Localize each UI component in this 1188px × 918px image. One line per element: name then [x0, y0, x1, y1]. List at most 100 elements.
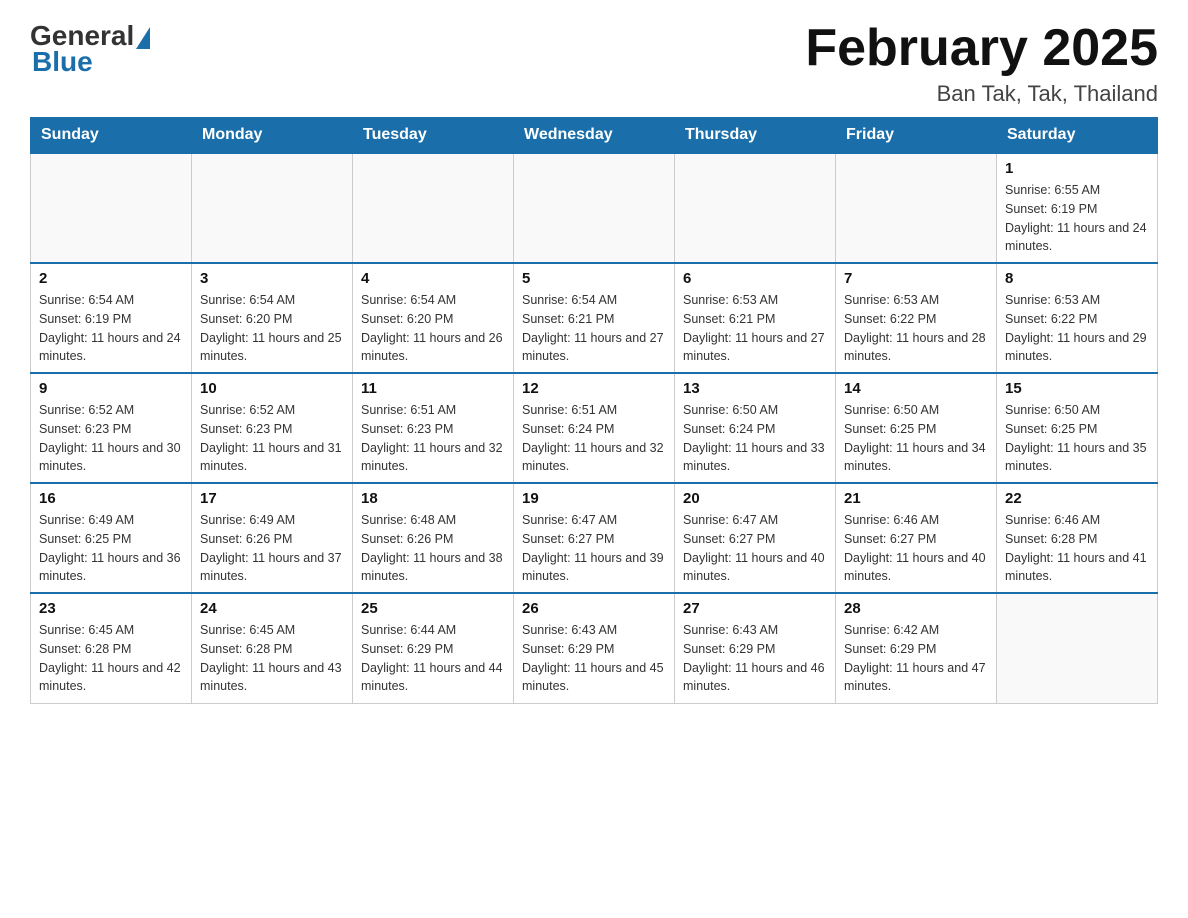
col-saturday: Saturday — [997, 118, 1158, 154]
day-cell: 11 Sunrise: 6:51 AM Sunset: 6:23 PM Dayli… — [353, 373, 514, 483]
day-number: 23 — [39, 600, 183, 617]
day-number: 17 — [200, 490, 344, 507]
day-cell: 13Sunrise: 6:50 AM Sunset: 6:24 PM Dayli… — [675, 373, 836, 483]
day-number: 16 — [39, 490, 183, 507]
day-number: 5 — [522, 270, 666, 287]
day-cell: 12Sunrise: 6:51 AM Sunset: 6:24 PM Dayli… — [514, 373, 675, 483]
day-info: Sunrise: 6:45 AM Sunset: 6:28 PM Dayligh… — [200, 621, 344, 696]
day-number: 18 — [361, 490, 505, 507]
day-info: Sunrise: 6:50 AM Sunset: 6:24 PM Dayligh… — [683, 401, 827, 476]
day-info: Sunrise: 6:48 AM Sunset: 6:26 PM Dayligh… — [361, 511, 505, 586]
week-row-4: 16 Sunrise: 6:49 AM Sunset: 6:25 PM Dayli… — [31, 483, 1158, 593]
day-cell — [675, 153, 836, 263]
day-info: Sunrise: 6:54 AM Sunset: 6:20 PM Dayligh… — [200, 291, 344, 366]
day-info: Sunrise: 6:54 AM Sunset: 6:20 PM Dayligh… — [361, 291, 505, 366]
day-cell: 2Sunrise: 6:54 AM Sunset: 6:19 PM Daylig… — [31, 263, 192, 373]
day-number: 28 — [844, 600, 988, 617]
day-cell: 20 Sunrise: 6:47 AM Sunset: 6:27 PM Dayli… — [675, 483, 836, 593]
location-text: Ban Tak, Tak, Thailand — [805, 81, 1158, 107]
day-cell: 5 Sunrise: 6:54 AM Sunset: 6:21 PM Daylig… — [514, 263, 675, 373]
day-cell: 28 Sunrise: 6:42 AM Sunset: 6:29 PM Dayli… — [836, 593, 997, 703]
day-info: Sunrise: 6:45 AM Sunset: 6:28 PM Dayligh… — [39, 621, 183, 696]
day-info: Sunrise: 6:46 AM Sunset: 6:27 PM Dayligh… — [844, 511, 988, 586]
week-row-2: 2Sunrise: 6:54 AM Sunset: 6:19 PM Daylig… — [31, 263, 1158, 373]
day-cell: 1 Sunrise: 6:55 AM Sunset: 6:19 PM Daylig… — [997, 153, 1158, 263]
day-cell: 21Sunrise: 6:46 AM Sunset: 6:27 PM Dayli… — [836, 483, 997, 593]
day-number: 3 — [200, 270, 344, 287]
day-info: Sunrise: 6:55 AM Sunset: 6:19 PM Dayligh… — [1005, 181, 1149, 256]
day-cell: 8 Sunrise: 6:53 AM Sunset: 6:22 PM Daylig… — [997, 263, 1158, 373]
day-info: Sunrise: 6:50 AM Sunset: 6:25 PM Dayligh… — [1005, 401, 1149, 476]
day-number: 22 — [1005, 490, 1149, 507]
calendar-header-row: Sunday Monday Tuesday Wednesday Thursday… — [31, 118, 1158, 154]
day-number: 19 — [522, 490, 666, 507]
day-info: Sunrise: 6:54 AM Sunset: 6:21 PM Dayligh… — [522, 291, 666, 366]
day-cell: 15 Sunrise: 6:50 AM Sunset: 6:25 PM Dayli… — [997, 373, 1158, 483]
day-cell: 18 Sunrise: 6:48 AM Sunset: 6:26 PM Dayli… — [353, 483, 514, 593]
day-number: 20 — [683, 490, 827, 507]
day-info: Sunrise: 6:44 AM Sunset: 6:29 PM Dayligh… — [361, 621, 505, 696]
week-row-3: 9 Sunrise: 6:52 AM Sunset: 6:23 PM Daylig… — [31, 373, 1158, 483]
day-info: Sunrise: 6:50 AM Sunset: 6:25 PM Dayligh… — [844, 401, 988, 476]
page-header: General Blue February 2025 Ban Tak, Tak,… — [30, 20, 1158, 107]
day-number: 1 — [1005, 160, 1149, 177]
col-friday: Friday — [836, 118, 997, 154]
day-info: Sunrise: 6:47 AM Sunset: 6:27 PM Dayligh… — [522, 511, 666, 586]
day-cell: 25 Sunrise: 6:44 AM Sunset: 6:29 PM Dayli… — [353, 593, 514, 703]
day-number: 26 — [522, 600, 666, 617]
day-number: 2 — [39, 270, 183, 287]
day-cell: 22 Sunrise: 6:46 AM Sunset: 6:28 PM Dayli… — [997, 483, 1158, 593]
day-cell: 26 Sunrise: 6:43 AM Sunset: 6:29 PM Dayli… — [514, 593, 675, 703]
day-info: Sunrise: 6:43 AM Sunset: 6:29 PM Dayligh… — [522, 621, 666, 696]
day-cell: 27 Sunrise: 6:43 AM Sunset: 6:29 PM Dayli… — [675, 593, 836, 703]
day-number: 25 — [361, 600, 505, 617]
calendar-table: Sunday Monday Tuesday Wednesday Thursday… — [30, 117, 1158, 704]
day-cell — [353, 153, 514, 263]
day-number: 9 — [39, 380, 183, 397]
logo: General Blue — [30, 20, 150, 78]
day-cell — [997, 593, 1158, 703]
day-info: Sunrise: 6:43 AM Sunset: 6:29 PM Dayligh… — [683, 621, 827, 696]
day-number: 12 — [522, 380, 666, 397]
day-info: Sunrise: 6:52 AM Sunset: 6:23 PM Dayligh… — [39, 401, 183, 476]
col-wednesday: Wednesday — [514, 118, 675, 154]
day-cell: 9 Sunrise: 6:52 AM Sunset: 6:23 PM Daylig… — [31, 373, 192, 483]
day-cell: 14 Sunrise: 6:50 AM Sunset: 6:25 PM Dayli… — [836, 373, 997, 483]
day-cell: 24 Sunrise: 6:45 AM Sunset: 6:28 PM Dayli… — [192, 593, 353, 703]
col-monday: Monday — [192, 118, 353, 154]
day-info: Sunrise: 6:53 AM Sunset: 6:21 PM Dayligh… — [683, 291, 827, 366]
day-number: 15 — [1005, 380, 1149, 397]
day-info: Sunrise: 6:46 AM Sunset: 6:28 PM Dayligh… — [1005, 511, 1149, 586]
day-info: Sunrise: 6:49 AM Sunset: 6:25 PM Dayligh… — [39, 511, 183, 586]
day-number: 8 — [1005, 270, 1149, 287]
day-number: 4 — [361, 270, 505, 287]
day-info: Sunrise: 6:53 AM Sunset: 6:22 PM Dayligh… — [844, 291, 988, 366]
day-info: Sunrise: 6:42 AM Sunset: 6:29 PM Dayligh… — [844, 621, 988, 696]
day-cell: 3 Sunrise: 6:54 AM Sunset: 6:20 PM Daylig… — [192, 263, 353, 373]
day-cell: 7 Sunrise: 6:53 AM Sunset: 6:22 PM Daylig… — [836, 263, 997, 373]
day-info: Sunrise: 6:53 AM Sunset: 6:22 PM Dayligh… — [1005, 291, 1149, 366]
day-number: 11 — [361, 380, 505, 397]
title-section: February 2025 Ban Tak, Tak, Thailand — [805, 20, 1158, 107]
day-cell: 19 Sunrise: 6:47 AM Sunset: 6:27 PM Dayli… — [514, 483, 675, 593]
week-row-5: 23 Sunrise: 6:45 AM Sunset: 6:28 PM Dayli… — [31, 593, 1158, 703]
day-info: Sunrise: 6:52 AM Sunset: 6:23 PM Dayligh… — [200, 401, 344, 476]
day-cell — [836, 153, 997, 263]
day-cell: 4 Sunrise: 6:54 AM Sunset: 6:20 PM Daylig… — [353, 263, 514, 373]
col-thursday: Thursday — [675, 118, 836, 154]
day-number: 6 — [683, 270, 827, 287]
day-info: Sunrise: 6:47 AM Sunset: 6:27 PM Dayligh… — [683, 511, 827, 586]
day-cell: 16 Sunrise: 6:49 AM Sunset: 6:25 PM Dayli… — [31, 483, 192, 593]
day-info: Sunrise: 6:51 AM Sunset: 6:23 PM Dayligh… — [361, 401, 505, 476]
week-row-1: 1 Sunrise: 6:55 AM Sunset: 6:19 PM Daylig… — [31, 153, 1158, 263]
month-title: February 2025 — [805, 20, 1158, 77]
logo-blue-text: Blue — [32, 46, 93, 78]
day-cell: 23 Sunrise: 6:45 AM Sunset: 6:28 PM Dayli… — [31, 593, 192, 703]
day-number: 24 — [200, 600, 344, 617]
day-cell: 10 Sunrise: 6:52 AM Sunset: 6:23 PM Dayli… — [192, 373, 353, 483]
day-number: 7 — [844, 270, 988, 287]
day-number: 14 — [844, 380, 988, 397]
day-cell — [514, 153, 675, 263]
day-number: 27 — [683, 600, 827, 617]
day-number: 10 — [200, 380, 344, 397]
